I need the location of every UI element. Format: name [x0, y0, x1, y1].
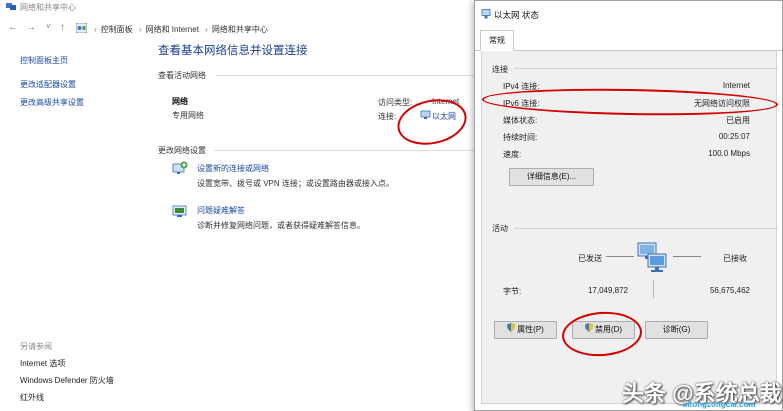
speed-value: 100.0 Mbps: [708, 149, 750, 158]
connection-group-label: 连接: [492, 65, 508, 74]
new-connection-icon: [172, 161, 188, 179]
shield-icon: [507, 322, 516, 338]
sent-line: [606, 256, 634, 257]
access-type-label: 访问类型:: [378, 98, 413, 107]
see-also-defender-firewall[interactable]: Windows Defender 防火墙: [20, 375, 114, 386]
media-state-value: 已启用: [726, 116, 750, 125]
ethernet-icon: [481, 9, 491, 21]
active-networks-label: 查看活动网络: [158, 71, 206, 80]
properties-button[interactable]: 属性(P): [494, 321, 557, 339]
bytes-sent-value: 17,049,872: [587, 286, 628, 295]
breadcrumb-network-internet[interactable]: 网络和 Internet: [146, 25, 199, 34]
received-label: 已接收: [723, 254, 747, 263]
troubleshoot-desc: 诊断并修复网络问题，或者获得疑难解答信息。: [197, 221, 365, 230]
duration-value: 00:25:07: [718, 132, 750, 141]
see-also-internet-options[interactable]: Internet 选项: [20, 358, 65, 369]
duration-label: 持续时间:: [503, 133, 538, 142]
troubleshoot-link[interactable]: 问题疑难解答: [197, 205, 245, 216]
control-panel-icon: [75, 22, 88, 35]
change-settings-label: 更改网络设置: [158, 146, 206, 155]
divider: [514, 228, 778, 229]
network-type: 专用网络: [172, 111, 204, 120]
back-arrow-icon[interactable]: ←: [8, 22, 18, 34]
window-title: 网络和共享中心: [20, 3, 76, 12]
divider: [216, 75, 474, 76]
divider: [214, 150, 474, 151]
sidebar-item-advanced-sharing[interactable]: 更改高级共享设置: [20, 97, 84, 108]
sidebar-item-control-panel-home[interactable]: 控制面板主页: [20, 55, 68, 66]
ipv4-value: Internet: [722, 81, 750, 90]
received-line: [673, 256, 701, 257]
bytes-divider: [653, 280, 654, 298]
new-connection-desc: 设置宽带、拨号或 VPN 连接；或设置路由器或接入点。: [197, 179, 394, 188]
breadcrumb: › 控制面板 › 网络和 Internet › 网络和共享中心: [94, 25, 268, 34]
breadcrumb-network-center[interactable]: 网络和共享中心: [212, 25, 268, 34]
details-button[interactable]: 详细信息(E)...: [509, 168, 594, 186]
divider: [514, 68, 778, 69]
breadcrumb-control-panel[interactable]: 控制面板: [101, 25, 133, 34]
watermark-url: xitongzongcai.com: [683, 400, 756, 409]
activity-group-label: 活动: [492, 224, 508, 233]
see-also-label: 另请参阅: [20, 342, 52, 351]
bytes-label: 字节:: [503, 287, 522, 296]
new-connection-link[interactable]: 设置新的连接或网络: [197, 163, 269, 174]
speed-label: 速度:: [503, 150, 522, 159]
connections-label: 连接:: [378, 112, 397, 121]
network-name: 网络: [172, 97, 188, 106]
see-also-infrared[interactable]: 红外线: [20, 392, 44, 403]
forward-arrow-icon[interactable]: →: [26, 22, 36, 34]
diagnose-button[interactable]: 诊断(G): [645, 321, 708, 339]
dialog-title: 以太网 状态: [494, 10, 539, 20]
tab-strip: [475, 29, 782, 51]
troubleshoot-icon: [172, 204, 188, 220]
sidebar-item-adapter-settings[interactable]: 更改适配器设置: [20, 79, 76, 90]
network-center-icon: [6, 2, 16, 11]
properties-button-label: 属性(P): [517, 325, 544, 335]
page-title: 查看基本网络信息并设置连接: [158, 45, 308, 57]
bytes-received-value: 56,675,462: [709, 286, 750, 295]
tab-general[interactable]: 常规: [480, 30, 514, 51]
media-state-label: 媒体状态:: [503, 116, 538, 125]
up-arrow-icon[interactable]: ↑: [60, 22, 65, 34]
recent-locations-icon[interactable]: ˅: [46, 21, 51, 33]
sent-label: 已发送: [578, 254, 602, 263]
network-activity-icon: [634, 240, 672, 276]
